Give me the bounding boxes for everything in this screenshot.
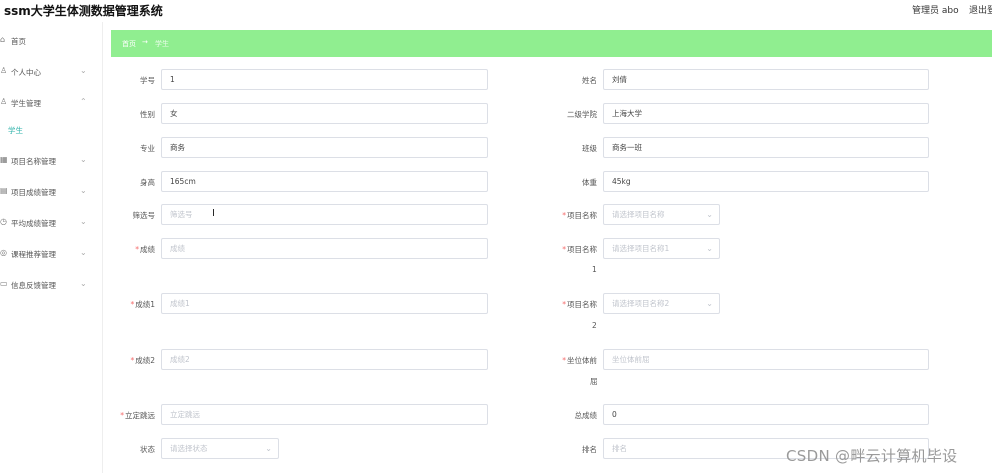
chevron-down-icon: ⌄ — [80, 217, 87, 226]
rank-label: 排名 — [582, 445, 597, 454]
sidebar-item-average-scores[interactable]: ◷ 平均成绩管理 ⌄ — [0, 207, 102, 237]
project-name1-select[interactable]: 请选择项目名称1 ⌄ — [603, 238, 720, 259]
sidebar-item-course-recommend[interactable]: ◎ 课程推荐管理 ⌄ — [0, 238, 102, 268]
project-name1-select-placeholder: 请选择项目名称1 — [612, 244, 670, 253]
chevron-down-icon: ⌄ — [80, 66, 87, 75]
sidebar-item-profile[interactable]: ♙ 个人中心 ⌄ — [0, 56, 102, 86]
gender-input[interactable]: 女 — [161, 103, 488, 124]
weight-label: 体重 — [582, 178, 597, 187]
name-input[interactable]: 刘倩 — [603, 69, 929, 90]
chevron-down-icon: ⌄ — [80, 279, 87, 288]
sidebar-item-label: 个人中心 — [11, 68, 41, 77]
score2-input[interactable]: 成绩2 — [161, 349, 488, 370]
home-icon: ⌂ — [0, 35, 6, 44]
project-name2-select[interactable]: 请选择项目名称2 ⌄ — [603, 293, 720, 314]
project-name2-label-tail: 2 — [592, 321, 597, 330]
chevron-down-icon: ⌄ — [706, 299, 713, 308]
breadcrumb: 首页 → 学生 — [111, 30, 992, 57]
text-cursor-icon: I — [212, 208, 215, 219]
chevron-down-icon: ⌄ — [706, 244, 713, 253]
sidebar-item-label: 首页 — [11, 37, 26, 46]
status-select[interactable]: 请选择状态 ⌄ — [161, 438, 279, 459]
sidebar-item-label: 项目名称管理 — [11, 157, 56, 166]
chevron-down-icon: ⌄ — [80, 248, 87, 257]
total-score-input[interactable]: 0 — [603, 404, 929, 425]
score1-label: *成绩1 — [130, 300, 155, 309]
status-label: 状态 — [140, 445, 155, 454]
sidebar-item-home[interactable]: ⌂ 首页 — [0, 25, 102, 55]
sidebar-subitem-student[interactable]: 学生 — [8, 125, 23, 136]
status-select-placeholder: 请选择状态 — [170, 444, 208, 453]
project-name-select-placeholder: 请选择项目名称 — [612, 210, 665, 219]
score1-input[interactable]: 成绩1 — [161, 293, 488, 314]
arrow-right-icon: → — [142, 38, 148, 46]
project-name-label: *项目名称 — [562, 211, 597, 220]
app-title: ssm大学生体测数据管理系统 — [4, 4, 163, 18]
standing-jump-label: *立定跳远 — [120, 411, 155, 420]
name-label: 姓名 — [582, 76, 597, 85]
sidebar: ⌂ 首页 ♙ 个人中心 ⌄ ♙ 学生管理 ⌃ 学生 ▦ 项目名称管理 ⌄ ▤ 项… — [0, 22, 103, 473]
total-score-label: 总成绩 — [574, 411, 598, 420]
class-input[interactable]: 商务一班 — [603, 137, 929, 158]
major-label: 专业 — [140, 144, 155, 153]
breadcrumb-home[interactable]: 首页 — [122, 39, 136, 49]
clock-icon: ◷ — [0, 217, 7, 226]
score-input[interactable]: 成绩 — [161, 238, 488, 259]
standing-jump-input[interactable]: 立定跳远 — [161, 404, 488, 425]
project-name2-select-placeholder: 请选择项目名称2 — [612, 299, 670, 308]
chevron-down-icon: ⌄ — [80, 155, 87, 164]
chevron-down-icon: ⌄ — [265, 444, 272, 453]
sidebar-item-label: 学生管理 — [11, 99, 41, 108]
grid-icon: ▦ — [0, 155, 8, 164]
project-name2-label: *项目名称 — [562, 300, 597, 309]
sidebar-item-students[interactable]: ♙ 学生管理 ⌃ — [0, 87, 102, 117]
project-name-select[interactable]: 请选择项目名称 ⌄ — [603, 204, 720, 225]
sit-forward-label: *坐位体前 — [562, 356, 597, 365]
chevron-down-icon: ⌄ — [80, 186, 87, 195]
sidebar-item-label: 课程推荐管理 — [11, 250, 56, 259]
sit-forward-label-tail: 屈 — [590, 377, 598, 386]
chat-icon: ▭ — [0, 279, 8, 288]
list-icon: ▤ — [0, 186, 8, 195]
student-no-input[interactable]: 1 — [161, 69, 488, 90]
gender-label: 性别 — [140, 110, 155, 119]
user-icon: ♙ — [0, 66, 8, 75]
screening-label: 筛选号 — [132, 211, 156, 220]
watermark: CSDN @畔云计算机毕设 — [786, 447, 958, 465]
circle-icon: ◎ — [0, 248, 7, 257]
height-input[interactable]: 165cm — [161, 171, 488, 192]
height-label: 身高 — [140, 178, 155, 187]
sidebar-item-project-scores[interactable]: ▤ 项目成绩管理 ⌄ — [0, 176, 102, 206]
project-name1-label: *项目名称 — [562, 245, 597, 254]
chevron-up-icon: ⌃ — [80, 97, 87, 106]
sidebar-item-project-names[interactable]: ▦ 项目名称管理 ⌄ — [0, 145, 102, 175]
admin-label: 管理员 abo — [912, 6, 959, 16]
logout-link[interactable]: 退出登 — [969, 3, 992, 16]
top-bar: ssm大学生体测数据管理系统 管理员 abo 退出登 — [0, 0, 992, 22]
score2-label: *成绩2 — [130, 356, 155, 365]
screening-input[interactable]: 筛选号 — [161, 204, 488, 225]
sidebar-item-label: 项目成绩管理 — [11, 188, 56, 197]
student-no-label: 学号 — [140, 76, 155, 85]
sidebar-item-label: 信息反馈管理 — [11, 281, 56, 290]
breadcrumb-current: 学生 — [155, 40, 169, 48]
project-name1-label-tail: 1 — [592, 265, 597, 274]
score-label: *成绩 — [135, 245, 155, 254]
sit-forward-input[interactable]: 坐位体前屈 — [603, 349, 929, 370]
class-label: 班级 — [582, 144, 597, 153]
major-input[interactable]: 商务 — [161, 137, 488, 158]
sidebar-item-feedback[interactable]: ▭ 信息反馈管理 ⌄ — [0, 269, 102, 299]
chevron-down-icon: ⌄ — [706, 210, 713, 219]
college-input[interactable]: 上海大学 — [603, 103, 929, 124]
college-label: 二级学院 — [567, 110, 597, 119]
user-icon: ♙ — [0, 97, 8, 106]
sidebar-item-label: 平均成绩管理 — [11, 219, 56, 228]
weight-input[interactable]: 45kg — [603, 171, 929, 192]
